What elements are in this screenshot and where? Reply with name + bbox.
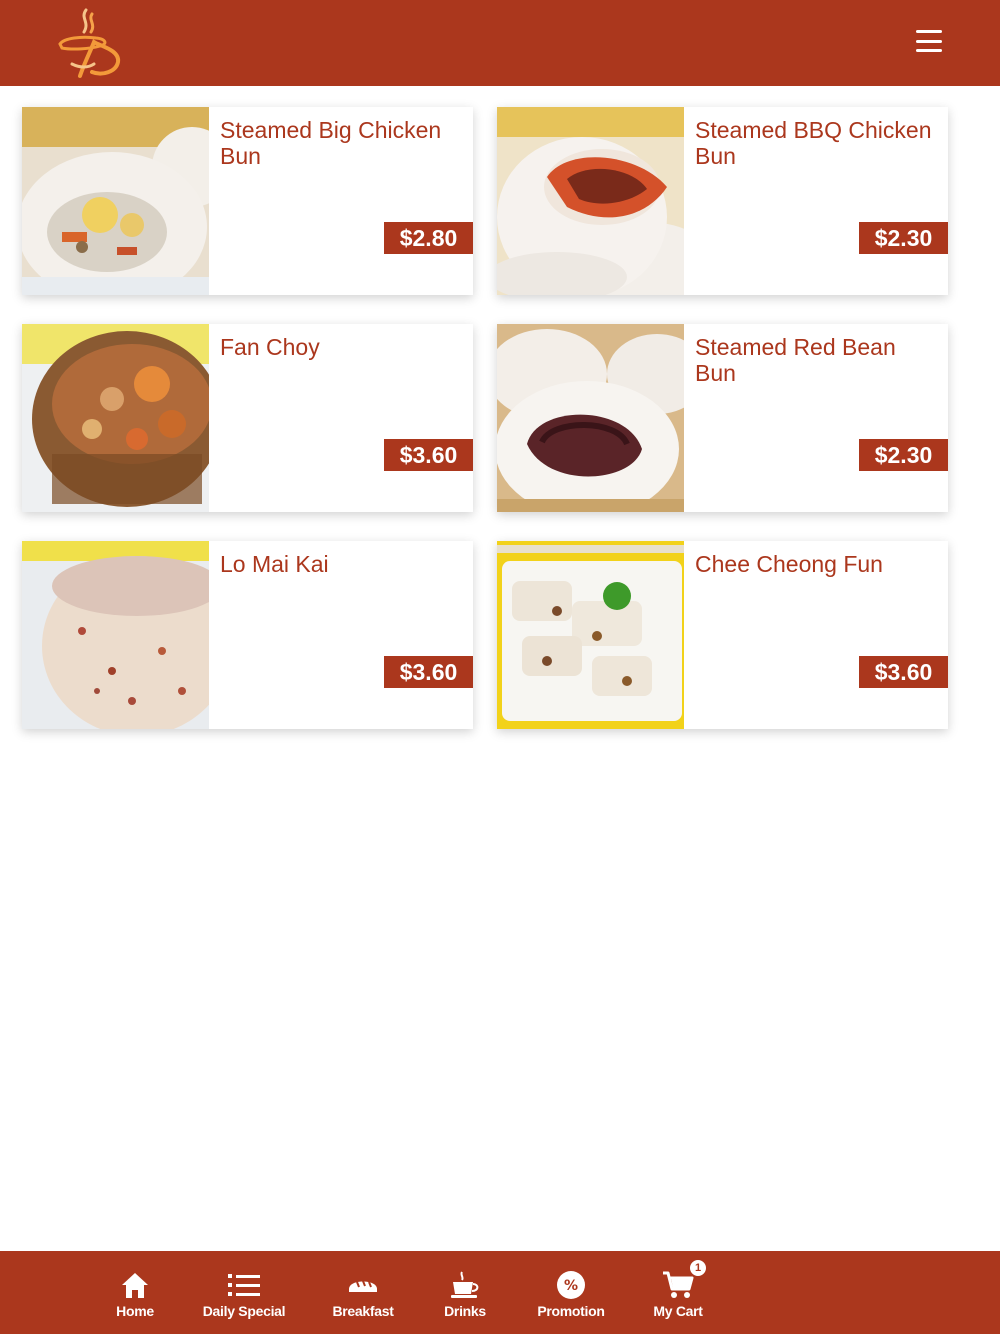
nav-promotion[interactable]: % Promotion <box>528 1251 614 1334</box>
product-card[interactable]: Chee Cheong Fun $3.60 <box>497 541 948 729</box>
product-name: Steamed Red Bean Bun <box>695 334 896 386</box>
menu-bar <box>916 49 942 52</box>
hamburger-menu-icon[interactable] <box>916 30 942 52</box>
list-icon <box>228 1269 260 1301</box>
fan-choy-photo <box>22 324 209 512</box>
price-tag: $3.60 <box>384 439 473 471</box>
product-name: Lo Mai Kai <box>220 551 329 577</box>
bread-icon <box>347 1269 379 1301</box>
svg-text:%: % <box>564 1278 578 1294</box>
percent-badge-icon: % <box>556 1269 586 1301</box>
product-card[interactable]: Fan Choy $3.60 <box>22 324 473 512</box>
steamed-red-bean-bun-photo <box>497 324 684 512</box>
product-name: Steamed Big Chicken Bun <box>220 117 442 169</box>
nav-label: Drinks <box>444 1303 486 1319</box>
nav-daily-special[interactable]: Daily Special <box>195 1251 293 1334</box>
app-screen: Steamed Big Chicken Bun $2.80 Steamed BB… <box>0 0 1000 1334</box>
nav-drinks[interactable]: Drinks <box>434 1251 496 1334</box>
menu-bar <box>916 30 942 33</box>
product-card[interactable]: Lo Mai Kai $3.60 <box>22 541 473 729</box>
price-tag: $2.30 <box>859 222 948 254</box>
top-header <box>0 0 1000 86</box>
home-icon <box>120 1269 150 1301</box>
price-tag: $3.60 <box>859 656 948 688</box>
nav-label: Home <box>116 1303 154 1319</box>
steaming-cup-logo-icon[interactable] <box>50 6 126 82</box>
lo-mai-kai-photo <box>22 541 209 729</box>
menu-bar <box>916 39 942 43</box>
chee-cheong-fun-photo <box>497 541 684 729</box>
nav-label: Breakfast <box>332 1303 394 1319</box>
nav-my-cart[interactable]: 1 My Cart <box>642 1251 714 1334</box>
cart-icon: 1 <box>661 1259 707 1301</box>
price-tag: $2.80 <box>384 222 473 254</box>
product-name: Steamed BBQ Chicken Bun <box>695 117 932 169</box>
product-card[interactable]: Steamed Big Chicken Bun $2.80 <box>22 107 473 295</box>
product-card[interactable]: Steamed Red Bean Bun $2.30 <box>497 324 948 512</box>
nav-breakfast[interactable]: Breakfast <box>322 1251 404 1334</box>
nav-label: Daily Special <box>202 1303 286 1319</box>
price-tag: $3.60 <box>384 656 473 688</box>
coffee-cup-icon <box>449 1269 481 1301</box>
nav-label: My Cart <box>653 1303 703 1319</box>
bottom-nav: Home Daily Special Breakfast Drinks % Pr… <box>0 1251 1000 1334</box>
nav-home[interactable]: Home <box>100 1251 170 1334</box>
product-name: Fan Choy <box>220 334 320 360</box>
price-tag: $2.30 <box>859 439 948 471</box>
nav-label: Promotion <box>537 1303 605 1319</box>
product-name: Chee Cheong Fun <box>695 551 883 577</box>
steamed-big-chicken-bun-photo <box>22 107 209 295</box>
steamed-bbq-chicken-bun-photo <box>497 107 684 295</box>
product-card[interactable]: Steamed BBQ Chicken Bun $2.30 <box>497 107 948 295</box>
cart-count-badge: 1 <box>689 1259 707 1277</box>
